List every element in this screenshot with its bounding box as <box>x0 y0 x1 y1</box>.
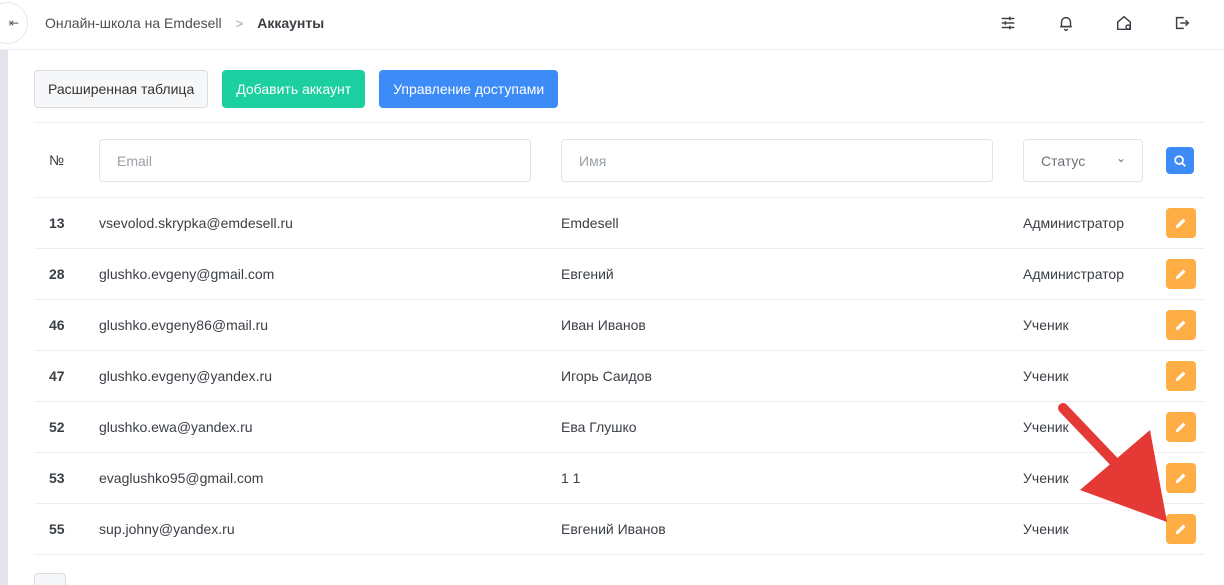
account-status: Ученик <box>1023 470 1069 486</box>
account-status: Ученик <box>1023 317 1069 333</box>
add-account-button[interactable]: Добавить аккаунт <box>222 70 366 108</box>
pencil-icon <box>1175 218 1186 229</box>
account-name: Ева Глушко <box>561 419 637 435</box>
account-status: Ученик <box>1023 419 1069 435</box>
account-id: 52 <box>49 419 65 435</box>
edit-account-button[interactable] <box>1166 463 1196 493</box>
account-name: Иван Иванов <box>561 317 646 333</box>
account-email: evaglushko95@gmail.com <box>99 470 264 486</box>
toolbar: Расширенная таблица Добавить аккаунт Упр… <box>34 70 559 108</box>
name-filter-input[interactable]: Имя <box>561 139 993 182</box>
left-sidebar-strip <box>0 44 8 585</box>
breadcrumb-root-link[interactable]: Онлайн-школа на Emdesell <box>45 15 222 31</box>
table-row: 46 glushko.evgeny86@mail.ru Иван Иванов Уче… <box>34 300 1204 351</box>
top-bar: ⇤ Онлайн-школа на Emdesell > Аккаунты <box>0 0 1224 50</box>
sliders-icon[interactable] <box>998 13 1018 33</box>
account-email: glushko.evgeny86@mail.ru <box>99 317 269 333</box>
account-name: 1 1 <box>561 470 581 486</box>
header-actions <box>998 13 1192 33</box>
account-id: 13 <box>49 215 65 231</box>
account-status: Администратор <box>1023 215 1125 231</box>
account-name: Emdesell <box>561 215 619 231</box>
pencil-icon <box>1175 320 1186 331</box>
accounts-table: № Email Имя Статус ⌄ 13 vsevolod.skrypka@… <box>34 122 1204 555</box>
pencil-icon <box>1175 371 1186 382</box>
edit-account-button[interactable] <box>1166 412 1196 442</box>
edit-account-button[interactable] <box>1166 259 1196 289</box>
extended-table-button[interactable]: Расширенная таблица <box>34 70 209 108</box>
account-name: Игорь Саидов <box>561 368 652 384</box>
table-row: 47 glushko.evgeny@yandex.ru Игорь Саидов Уч… <box>34 351 1204 402</box>
account-id: 28 <box>49 266 65 282</box>
logout-icon[interactable] <box>1172 13 1192 33</box>
table-row: 28 glushko.evgeny@gmail.com Евгений Админис… <box>34 249 1204 300</box>
account-name: Евгений Иванов <box>561 521 666 537</box>
table-body: 13 vsevolod.skrypka@emdesell.ru Emdesell Ад… <box>34 198 1204 555</box>
sidebar-collapse-button[interactable]: ⇤ <box>0 2 28 44</box>
edit-account-button[interactable] <box>1166 361 1196 391</box>
pencil-icon <box>1175 422 1186 433</box>
account-email: glushko.evgeny@gmail.com <box>99 266 275 282</box>
edit-account-button[interactable] <box>1166 310 1196 340</box>
pencil-icon <box>1175 524 1186 535</box>
search-button[interactable] <box>1166 147 1194 174</box>
breadcrumb-separator-icon: > <box>235 15 244 31</box>
breadcrumb: Онлайн-школа на Emdesell > Аккаунты <box>45 15 324 31</box>
account-status: Ученик <box>1023 368 1069 384</box>
account-email: glushko.ewa@yandex.ru <box>99 419 253 435</box>
email-filter-input[interactable]: Email <box>99 139 531 182</box>
pagination-button[interactable] <box>34 573 66 585</box>
account-id: 53 <box>49 470 65 486</box>
account-status: Ученик <box>1023 521 1069 537</box>
bell-icon[interactable] <box>1056 13 1076 33</box>
pencil-icon <box>1175 473 1186 484</box>
status-filter-label: Статус <box>1041 152 1086 169</box>
filter-row: № Email Имя Статус ⌄ <box>34 123 1204 198</box>
pencil-icon <box>1175 269 1186 280</box>
home-settings-icon[interactable] <box>1114 13 1134 33</box>
number-column-header: № <box>49 152 65 168</box>
status-filter-select[interactable]: Статус ⌄ <box>1023 139 1143 182</box>
table-row: 55 sup.johny@yandex.ru Евгений Иванов Учени… <box>34 504 1204 555</box>
edit-account-button[interactable] <box>1166 514 1196 544</box>
account-id: 46 <box>49 317 65 333</box>
search-icon <box>1174 154 1186 167</box>
account-status: Администратор <box>1023 266 1125 282</box>
account-id: 47 <box>49 368 65 384</box>
breadcrumb-current: Аккаунты <box>257 15 325 31</box>
account-email: vsevolod.skrypka@emdesell.ru <box>99 215 293 231</box>
collapse-icon: ⇤ <box>8 16 20 30</box>
account-name: Евгений <box>561 266 614 282</box>
table-row: 13 vsevolod.skrypka@emdesell.ru Emdesell Ад… <box>34 198 1204 249</box>
chevron-down-icon: ⌄ <box>1115 150 1126 165</box>
account-email: glushko.evgeny@yandex.ru <box>99 368 272 384</box>
table-row: 52 glushko.ewa@yandex.ru Ева Глушко Ученик <box>34 402 1204 453</box>
table-row: 53 evaglushko95@gmail.com 1 1 Ученик <box>34 453 1204 504</box>
access-management-button[interactable]: Управление доступами <box>379 70 559 108</box>
account-email: sup.johny@yandex.ru <box>99 521 235 537</box>
edit-account-button[interactable] <box>1166 208 1196 238</box>
account-id: 55 <box>49 521 65 537</box>
